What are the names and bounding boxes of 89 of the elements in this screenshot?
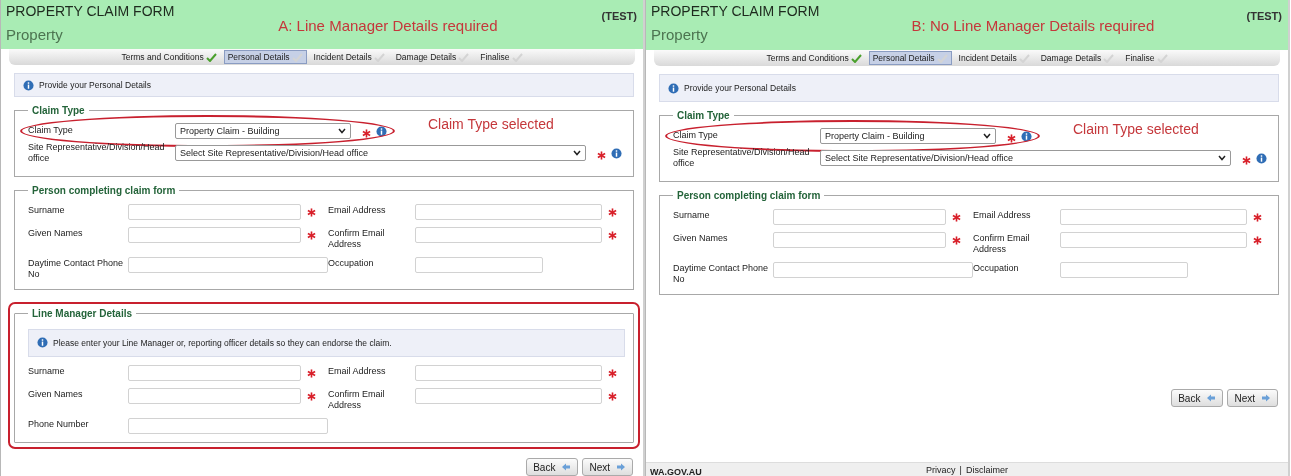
site-brand: WA.GOV.AU [650, 467, 702, 476]
field-label: Confirm Email Address [328, 226, 386, 250]
info-icon [37, 337, 48, 348]
dropdown[interactable]: Property Claim - Building [820, 128, 996, 144]
dropdown[interactable]: Select Site Representative/Division/Head office [820, 150, 1231, 167]
info-icon [23, 79, 34, 91]
step-tab[interactable]: Finalise [1121, 51, 1172, 65]
field-label: Occupation [328, 257, 375, 270]
input-field[interactable] [415, 257, 543, 273]
step-tab[interactable]: Incident Details [309, 50, 389, 65]
info-icon [668, 82, 679, 94]
right-arrow-icon [616, 463, 626, 471]
input-field[interactable] [128, 387, 301, 404]
input-field[interactable] [773, 208, 946, 225]
right-arrow-icon [1261, 394, 1271, 402]
field-label: Confirm Email Address [973, 231, 1031, 255]
field-label: Email Address [973, 208, 1032, 221]
section-legend: Person completing claim form [28, 184, 180, 196]
field-label: Claim Type [28, 125, 74, 137]
section-legend: Claim Type [28, 105, 89, 116]
step-tab[interactable]: Personal Details [223, 50, 307, 65]
input-field[interactable] [128, 364, 301, 381]
left-arrow-icon [1206, 394, 1217, 402]
environment-label: (TEST) [1246, 10, 1282, 22]
step-tab[interactable]: Damage Details [1036, 51, 1119, 65]
section-legend: Claim Type [673, 110, 734, 121]
environment-label: (TEST) [601, 10, 637, 22]
dropdown[interactable]: Select Site Representative/Division/Head office [175, 145, 586, 162]
input-field[interactable] [1060, 231, 1247, 248]
caret-icon [338, 128, 346, 134]
input-field[interactable] [128, 257, 328, 273]
field-label: Surname [28, 364, 66, 377]
step-tab[interactable]: Personal Details [868, 51, 952, 65]
back-button[interactable]: Back [526, 458, 579, 476]
input-field[interactable] [128, 226, 301, 243]
field-label: Surname [28, 203, 66, 216]
input-field[interactable] [415, 364, 602, 381]
section-legend: Person completing claim form [673, 189, 825, 201]
field-label: Given Names [28, 226, 84, 239]
next-button[interactable]: Next [1227, 389, 1278, 407]
field-label: Site Representative/Division/Head office [673, 147, 811, 170]
field-label: Claim Type [673, 130, 719, 142]
step-tab[interactable]: Terms and Conditions [762, 51, 866, 65]
footer-link[interactable]: Privacy [926, 464, 956, 475]
left-arrow-icon [561, 463, 572, 471]
link-separator: | [959, 464, 962, 475]
field-label: Confirm Email Address [328, 387, 386, 411]
input-field[interactable] [128, 203, 301, 220]
annotation-text: A: Line Manager Details required [278, 17, 498, 34]
step-tab[interactable]: Incident Details [954, 51, 1034, 65]
input-field[interactable] [415, 226, 602, 243]
info-text: Provide your Personal Details [39, 80, 151, 91]
caret-icon [1218, 155, 1226, 162]
section-legend: Line Manager Details [28, 307, 137, 319]
step-tab[interactable]: Damage Details [391, 50, 474, 65]
step-tab[interactable]: Terms and Conditions [117, 50, 221, 65]
step-tab[interactable]: Finalise [476, 50, 527, 65]
field-label: Daytime Contact Phone No [673, 262, 770, 286]
field-label: Daytime Contact Phone No [28, 257, 125, 281]
input-field[interactable] [415, 387, 602, 404]
annotation-text: B: No Line Manager Details required [911, 17, 1155, 34]
annotation-text: Claim Type selected [428, 116, 554, 132]
field-label: Email Address [328, 364, 387, 377]
back-button[interactable]: Back [1171, 389, 1224, 407]
caret-icon [573, 150, 581, 157]
info-text: Please enter your Line Manager or, reporting officer details so they can endorse the claim. [53, 337, 392, 348]
footer-link[interactable]: Disclaimer [965, 464, 1008, 475]
annotation-text: Claim Type selected [1073, 121, 1199, 137]
input-field[interactable] [128, 418, 328, 434]
field-label: Given Names [673, 231, 729, 244]
input-field[interactable] [415, 203, 602, 220]
form-title: PROPERTY CLAIM FORM [651, 3, 820, 19]
input-field[interactable] [1060, 262, 1188, 278]
next-button[interactable]: Next [582, 458, 633, 476]
input-field[interactable] [773, 262, 973, 278]
caret-icon [983, 133, 991, 139]
field-label: Email Address [328, 203, 387, 216]
field-label: Surname [673, 208, 711, 221]
input-field[interactable] [1060, 208, 1247, 225]
field-label: Occupation [973, 262, 1020, 275]
field-label: Phone Number [28, 418, 90, 431]
input-field[interactable] [773, 231, 946, 248]
form-subtitle: Property [6, 26, 63, 43]
dropdown[interactable]: Property Claim - Building [175, 123, 351, 139]
info-text: Provide your Personal Details [684, 83, 796, 93]
field-label: Site Representative/Division/Head office [28, 142, 166, 165]
field-label: Given Names [28, 387, 84, 400]
form-title: PROPERTY CLAIM FORM [6, 3, 175, 19]
form-subtitle: Property [651, 26, 708, 43]
